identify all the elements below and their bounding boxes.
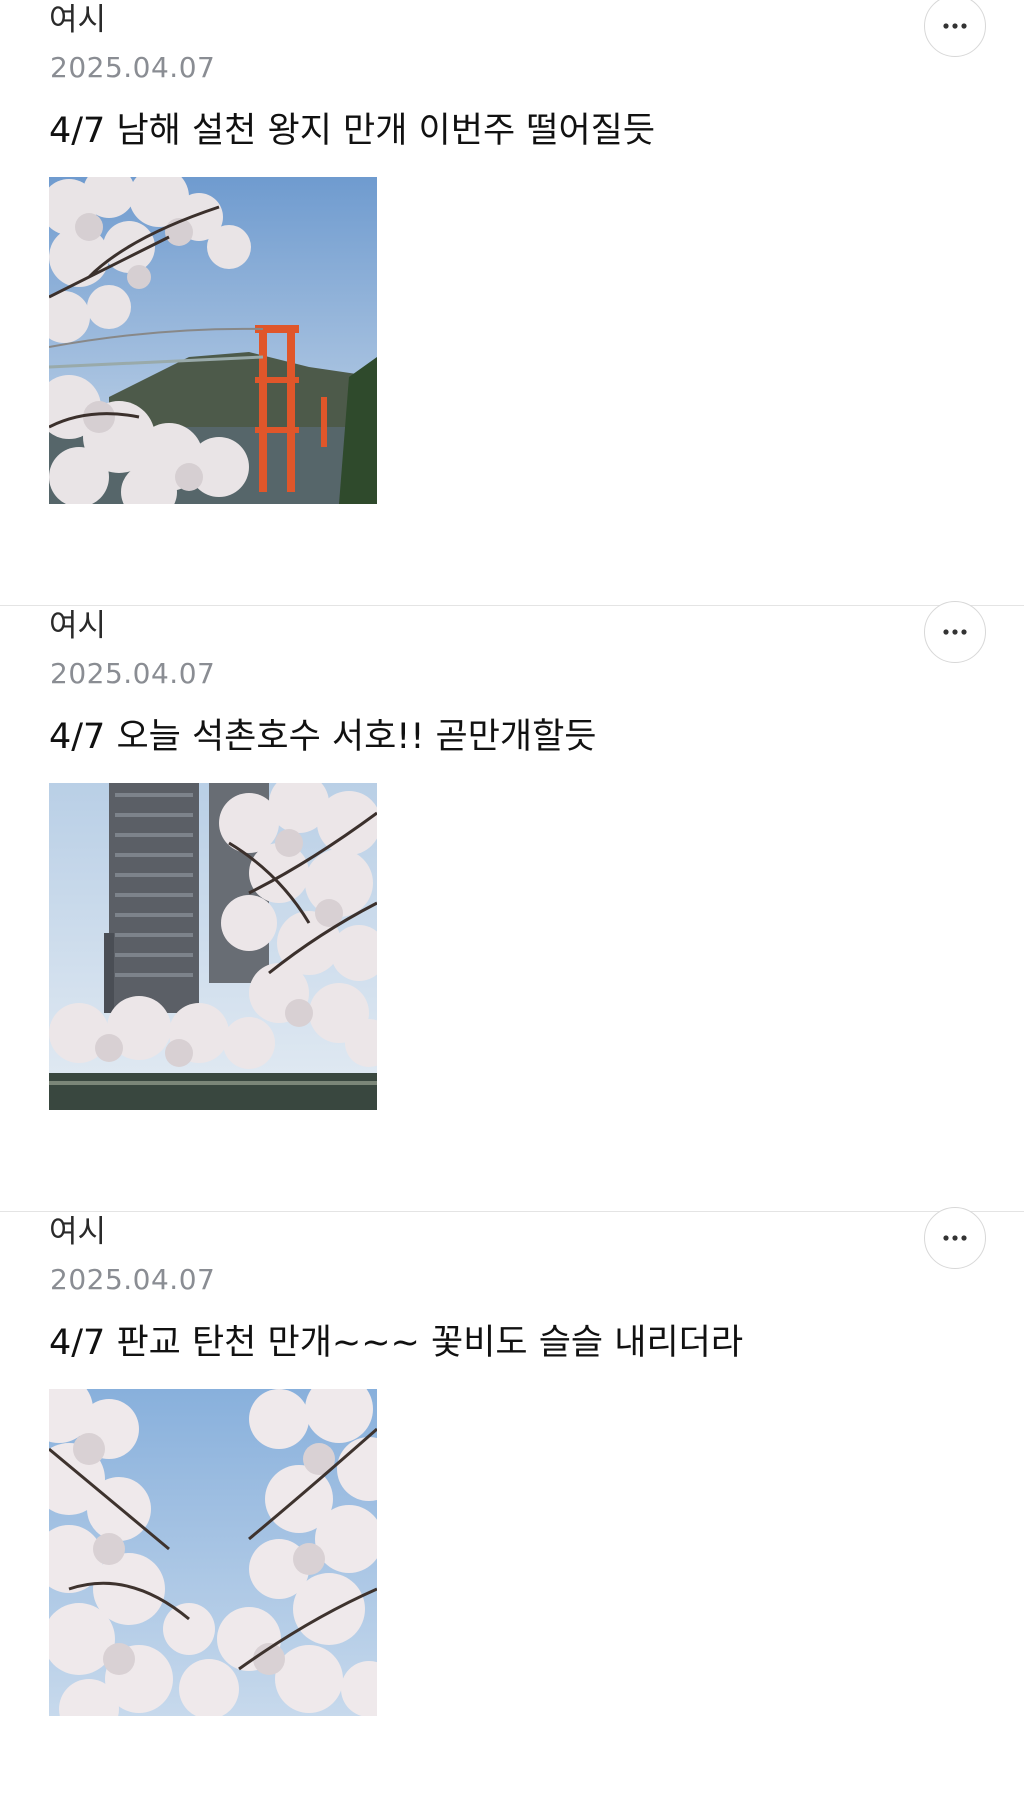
more-options-button[interactable]: [924, 601, 986, 663]
post-item[interactable]: 여시 2025.04.07 4/7 남해 설천 왕지 만개 이번주 떨어질듯: [0, 0, 1024, 606]
post-title[interactable]: 4/7 오늘 석촌호수 서호!! 곧만개할듯: [49, 714, 597, 760]
post-author: 여시: [49, 1214, 107, 1250]
more-options-button[interactable]: [924, 1207, 986, 1269]
post-feed: 여시 2025.04.07 4/7 남해 설천 왕지 만개 이번주 떨어질듯 여…: [0, 0, 1024, 1818]
post-thumbnail[interactable]: [49, 783, 377, 1110]
cherry-blossom-bridge-photo: [49, 177, 377, 504]
post-title[interactable]: 4/7 남해 설천 왕지 만개 이번주 떨어질듯: [49, 108, 655, 154]
post-author: 여시: [49, 2, 107, 38]
post-thumbnail[interactable]: [49, 1389, 377, 1716]
post-date: 2025.04.07: [50, 1263, 216, 1296]
post-author: 여시: [49, 608, 107, 644]
post-date: 2025.04.07: [50, 51, 216, 84]
more-horizontal-icon: [943, 629, 967, 635]
post-date: 2025.04.07: [50, 657, 216, 690]
post-thumbnail[interactable]: [49, 177, 377, 504]
more-horizontal-icon: [943, 23, 967, 29]
cherry-blossom-lake-photo: [49, 783, 377, 1110]
more-horizontal-icon: [943, 1235, 967, 1241]
cherry-blossom-trees-photo: [49, 1389, 377, 1716]
more-options-button[interactable]: [924, 0, 986, 57]
post-item[interactable]: 여시 2025.04.07 4/7 오늘 석촌호수 서호!! 곧만개할듯: [0, 601, 1024, 1212]
post-item[interactable]: 여시 2025.04.07 4/7 판교 탄천 만개~~~ 꽃비도 슬슬 내리더…: [0, 1207, 1024, 1818]
post-title[interactable]: 4/7 판교 탄천 만개~~~ 꽃비도 슬슬 내리더라: [49, 1320, 743, 1366]
